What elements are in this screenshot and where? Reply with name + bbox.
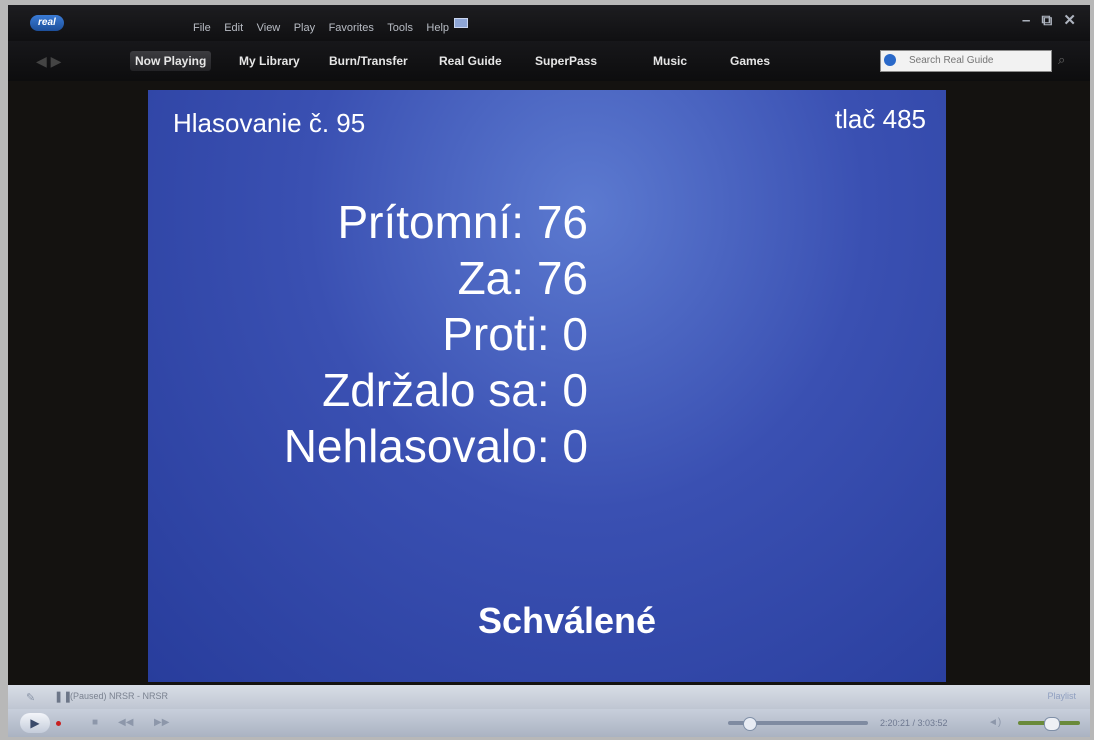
stat-row: Prítomní: 76 [148, 194, 588, 250]
menu-help[interactable]: Help [426, 22, 449, 34]
status-bar: ✎ ❚❚ (Paused) NRSR - NRSR Playlist [8, 685, 1090, 709]
realplayer-logo: real [30, 15, 64, 31]
close-icon[interactable]: ✕ [1063, 12, 1076, 29]
tab-now-playing[interactable]: Now Playing [130, 51, 212, 71]
menu-tools[interactable]: Tools [387, 22, 413, 34]
control-bar: ▶ ■ ◀◀ ▶▶ 2:20:21 / 3:03:52 ◄) [8, 709, 1090, 737]
tab-superpass[interactable]: SuperPass [530, 51, 602, 71]
vote-result: Schválené [477, 600, 657, 641]
stat-row: Za: 76 [148, 250, 588, 306]
title-bar: real File Edit View Play Favorites Tools… [8, 5, 1090, 41]
next-icon[interactable]: ▶▶ [154, 717, 169, 728]
restore-icon[interactable]: ⧉ [1042, 12, 1053, 29]
stat-value: 0 [562, 364, 588, 416]
menu-file[interactable]: File [193, 22, 211, 34]
vote-stats: Prítomní: 76 Za: 76 Proti: 0 Zdržalo sa:… [148, 194, 588, 474]
stat-value: 0 [562, 308, 588, 360]
mute-icon[interactable]: ◄) [988, 717, 1001, 728]
window-controls: – ⧉ ✕ [1015, 11, 1076, 29]
vote-number: Hlasovanie č. 95 [173, 108, 366, 138]
stat-value: 76 [536, 196, 588, 248]
stat-label: Zdržalo sa: [322, 364, 550, 416]
search-input[interactable] [909, 53, 1045, 67]
playlist-button[interactable]: Playlist [1047, 691, 1076, 701]
status-text: (Paused) NRSR - NRSR [70, 691, 169, 701]
stat-label: Nehlasovalo: [283, 420, 550, 472]
time-display: 2:20:21 / 3:03:52 [880, 718, 948, 728]
menu-edit[interactable]: Edit [224, 22, 243, 34]
back-forward-icon[interactable]: ◀ ▶ [36, 53, 61, 70]
tab-burn-transfer[interactable]: Burn/Transfer [324, 51, 413, 71]
stat-value: 76 [536, 252, 588, 304]
print-number: tlač 485 [834, 104, 926, 134]
stat-row: Nehlasovalo: 0 [148, 418, 588, 474]
minimize-icon[interactable]: – [1022, 12, 1030, 29]
play-button[interactable]: ▶ [20, 713, 50, 733]
mail-icon[interactable] [454, 18, 468, 28]
stat-label: Proti: [442, 308, 550, 360]
pencil-icon[interactable]: ✎ [26, 691, 35, 704]
menu-favorites[interactable]: Favorites [329, 22, 374, 34]
stat-row: Zdržalo sa: 0 [148, 362, 588, 418]
menu-view[interactable]: View [257, 22, 281, 34]
seek-thumb[interactable] [743, 717, 757, 731]
stat-row: Proti: 0 [148, 306, 588, 362]
stop-icon[interactable]: ■ [92, 717, 98, 728]
search-icon[interactable]: ⌕ [1058, 52, 1065, 68]
play-icon: ▶ [30, 716, 40, 730]
tab-real-guide[interactable]: Real Guide [434, 51, 507, 71]
search-box [880, 50, 1052, 72]
volume-thumb[interactable] [1044, 717, 1060, 731]
stat-value: 0 [562, 420, 588, 472]
menu-play[interactable]: Play [294, 22, 315, 34]
tab-my-library[interactable]: My Library [234, 51, 305, 71]
realplayer-window: real File Edit View Play Favorites Tools… [8, 5, 1090, 737]
globe-icon[interactable] [884, 54, 896, 66]
tab-games[interactable]: Games [725, 51, 775, 71]
stat-label: Prítomní: [337, 196, 525, 248]
video-screen: Hlasovanie č. 95 tlač 485 Prítomní: 76 Z… [148, 90, 946, 682]
record-icon[interactable] [56, 721, 61, 726]
previous-icon[interactable]: ◀◀ [118, 717, 133, 728]
menu-bar: File Edit View Play Favorites Tools Help [193, 18, 458, 36]
tab-music[interactable]: Music [648, 51, 692, 71]
nav-bar: ◀ ▶ Now Playing My Library Burn/Transfer… [8, 41, 1090, 81]
stat-label: Za: [457, 252, 525, 304]
